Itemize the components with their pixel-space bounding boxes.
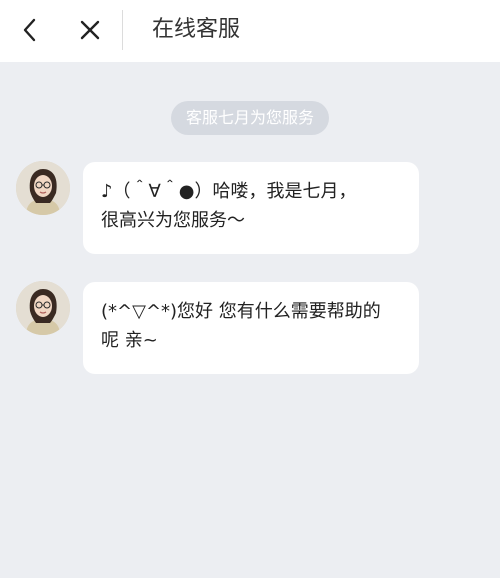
service-notice-badge: 客服七月为您服务 [171, 101, 329, 135]
message-bubble: (*^▽^*)您好 您有什么需要帮助的 呢 亲~ [83, 282, 419, 374]
chevron-left-icon [23, 18, 36, 42]
close-icon [80, 20, 100, 40]
page-title: 在线客服 [152, 17, 241, 42]
back-button[interactable] [14, 12, 46, 48]
header-divider [122, 10, 123, 50]
message-bubble: ♪（＾∀＾●）哈喽，我是七月， 很高兴为您服务～ [83, 162, 419, 254]
close-button[interactable] [74, 12, 106, 48]
top-bar: 在线客服 [0, 0, 500, 62]
agent-avatar [16, 281, 70, 335]
agent-avatar [16, 161, 70, 215]
